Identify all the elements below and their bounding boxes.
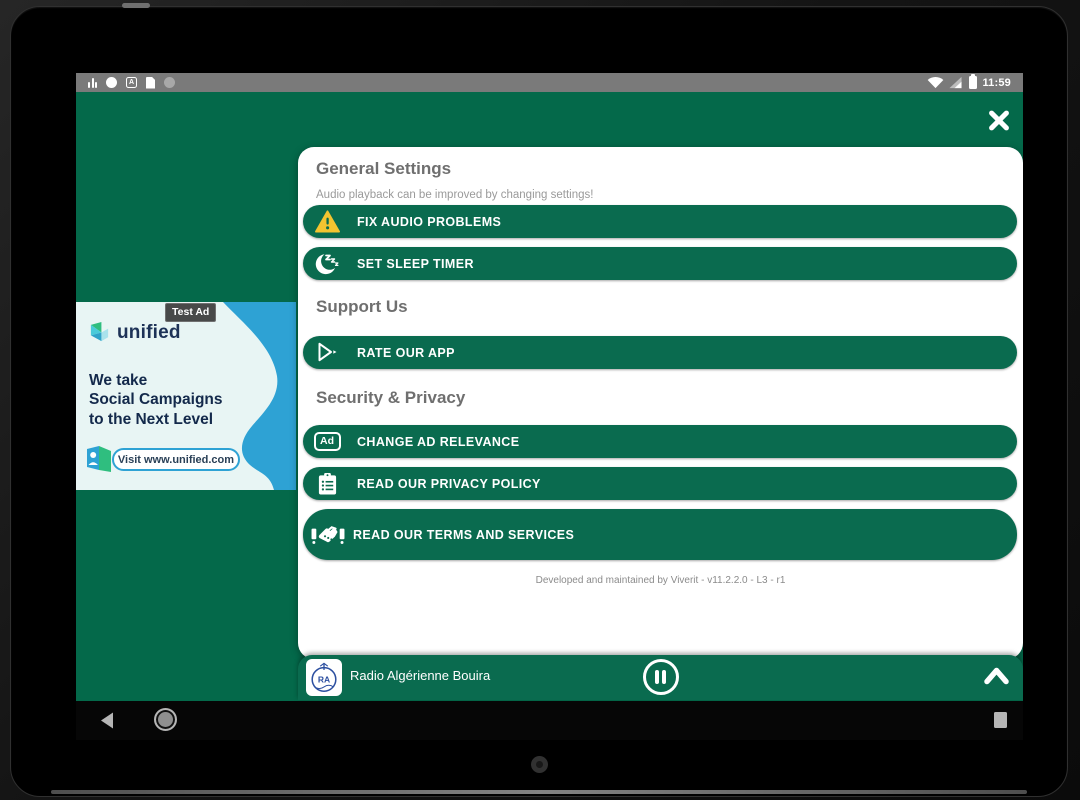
wifi-icon xyxy=(927,76,944,89)
button-label: READ OUR TERMS AND SERVICES xyxy=(353,528,574,542)
ad-cta-row: Visit www.unified.com xyxy=(85,443,290,477)
cellular-icon xyxy=(949,76,962,89)
audio-hint-text: Audio playback can be improved by changi… xyxy=(316,189,593,201)
button-label: FIX AUDIO PROBLEMS xyxy=(357,215,501,229)
rate-our-app-button[interactable]: RATE OUR APP xyxy=(303,336,1017,369)
station-logo: RA xyxy=(306,659,342,696)
privacy-clipboard-icon xyxy=(313,472,341,496)
play-store-icon xyxy=(313,341,341,365)
button-label: READ OUR PRIVACY POLICY xyxy=(357,477,541,491)
button-label: CHANGE AD RELEVANCE xyxy=(357,435,519,449)
front-camera xyxy=(531,756,548,773)
bezel-edge-highlight xyxy=(51,790,1027,794)
unified-logo-icon xyxy=(88,321,111,344)
station-title: Radio Algérienne Bouira xyxy=(350,655,490,695)
signal-eq-icon xyxy=(88,77,97,88)
battery-icon xyxy=(969,76,977,89)
ad-headline-line: We take xyxy=(89,371,223,390)
ad-visit-link[interactable]: Visit www.unified.com xyxy=(112,448,240,471)
chevron-up-icon[interactable] xyxy=(983,665,1010,688)
back-icon[interactable] xyxy=(100,712,114,729)
button-label: SET SLEEP TIMER xyxy=(357,257,474,271)
test-ad-badge: Test Ad xyxy=(165,303,216,322)
tablet-frame: A 11:59 xyxy=(10,6,1068,797)
status-bar: A 11:59 xyxy=(76,73,1023,92)
station-logo-monogram: RA xyxy=(318,675,330,685)
change-ad-relevance-button[interactable]: Ad CHANGE AD RELEVANCE xyxy=(303,425,1017,458)
read-terms-services-button[interactable]: READ OUR TERMS AND SERVICES xyxy=(303,509,1017,560)
status-bar-left-icons: A xyxy=(88,73,175,92)
ad-headline-line: Social Campaigns xyxy=(89,390,223,409)
ad-badge-icon: Ad xyxy=(313,432,341,451)
android-nav-bar xyxy=(76,701,1023,740)
button-label: RATE OUR APP xyxy=(357,346,455,360)
status-bar-clock: 11:59 xyxy=(982,77,1011,89)
ad-badge-text: Ad xyxy=(314,432,341,451)
ad-banner[interactable]: Test Ad unified We take Social Campaigns… xyxy=(76,302,296,490)
home-icon[interactable] xyxy=(154,708,177,731)
read-privacy-policy-button[interactable]: READ OUR PRIVACY POLICY xyxy=(303,467,1017,500)
section-title-general-settings: General Settings xyxy=(316,159,451,179)
letter-a-badge-icon: A xyxy=(126,77,137,88)
sleep-timer-moon-icon xyxy=(313,251,341,277)
ad-headline-line: to the Next Level xyxy=(89,410,223,429)
app-version-footer: Developed and maintained by Viverit - v1… xyxy=(298,575,1023,586)
fix-audio-problems-button[interactable]: FIX AUDIO PROBLEMS xyxy=(303,205,1017,238)
pause-icon[interactable] xyxy=(643,659,679,695)
settings-panel: General Settings Audio playback can be i… xyxy=(298,147,1023,659)
handshake-icon xyxy=(311,523,345,547)
mini-player-bar[interactable]: RA Radio Algérienne Bouira xyxy=(298,655,1023,700)
section-title-support-us: Support Us xyxy=(316,297,408,317)
ad-headline: We take Social Campaigns to the Next Lev… xyxy=(89,371,223,429)
media-circle-icon xyxy=(106,77,117,88)
ad-person-icon xyxy=(85,443,113,473)
dim-notification-icon xyxy=(164,77,175,88)
set-sleep-timer-button[interactable]: SET SLEEP TIMER xyxy=(303,247,1017,280)
recents-icon[interactable] xyxy=(994,712,1007,728)
power-button xyxy=(122,3,150,8)
sim-card-icon xyxy=(146,77,155,89)
section-title-security-privacy: Security & Privacy xyxy=(316,388,465,408)
ad-brand-logo: unified xyxy=(88,321,181,344)
status-bar-right-icons: 11:59 xyxy=(927,73,1011,92)
close-icon[interactable] xyxy=(984,105,1014,135)
tablet-photo: A 11:59 xyxy=(0,0,1080,800)
ad-brand-name: unified xyxy=(117,322,181,344)
screen: A 11:59 xyxy=(76,73,1023,740)
warning-icon xyxy=(313,210,341,233)
